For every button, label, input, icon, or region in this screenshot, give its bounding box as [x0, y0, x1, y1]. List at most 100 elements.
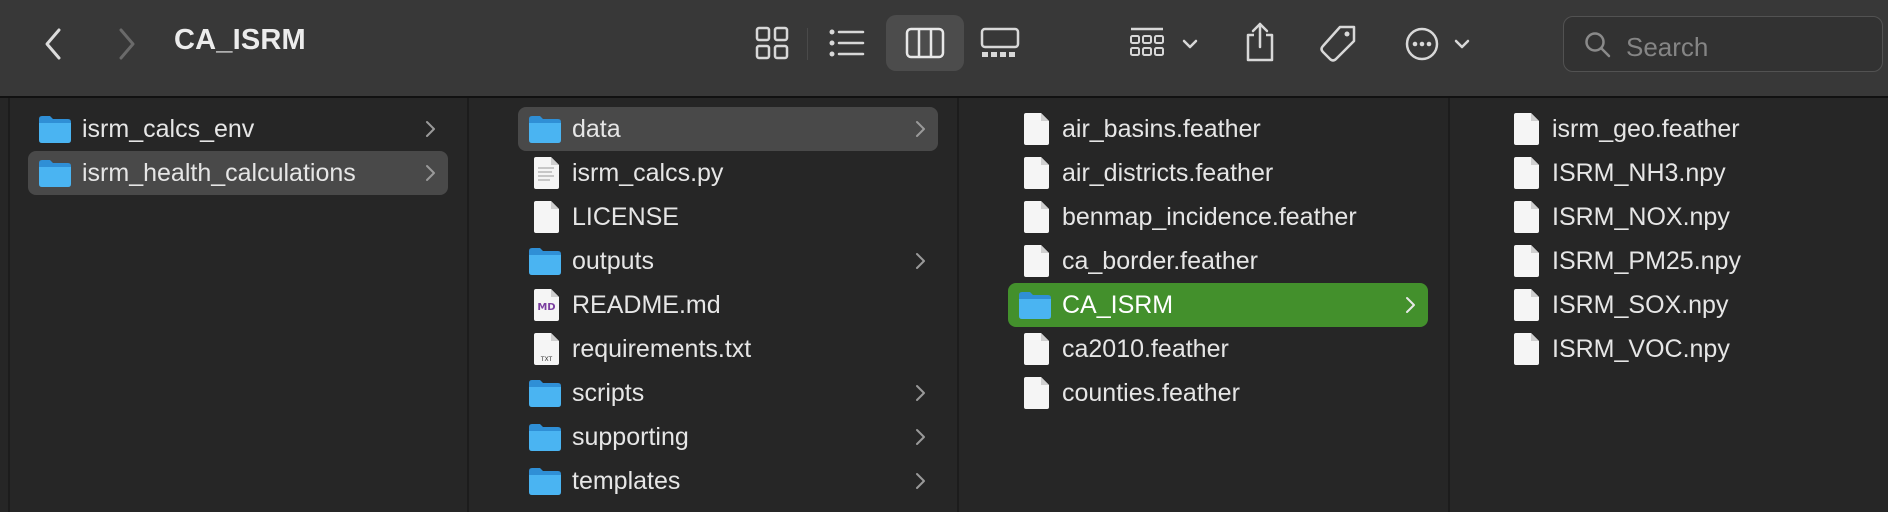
item-label: ISRM_VOC.npy — [1552, 335, 1730, 363]
list-item[interactable]: ISRM_SOX.npy — [1498, 283, 1868, 327]
icon-view-icon — [755, 26, 789, 60]
group-by-button[interactable] — [1128, 22, 1200, 64]
column-divider — [467, 98, 469, 512]
list-item[interactable]: ISRM_PM25.npy — [1498, 239, 1868, 283]
document-icon — [1512, 244, 1546, 277]
list-view-icon — [829, 29, 865, 57]
list-item[interactable]: templates — [518, 459, 938, 503]
share-button[interactable] — [1240, 18, 1280, 66]
item-label: templates — [572, 467, 681, 495]
list-item[interactable]: isrm_geo.feather — [1498, 107, 1868, 151]
list-item[interactable]: ISRM_VOC.npy — [1498, 327, 1868, 371]
item-label: supporting — [572, 423, 689, 451]
item-label: isrm_calcs.py — [572, 159, 724, 187]
item-label: isrm_calcs_env — [82, 115, 255, 143]
column-divider — [8, 98, 10, 512]
text-file-icon: TXT — [532, 332, 566, 365]
list-item[interactable]: supporting — [518, 415, 938, 459]
list-item[interactable]: CA_ISRM — [1008, 283, 1428, 327]
folder-icon — [528, 466, 562, 496]
tag-button[interactable] — [1316, 22, 1360, 66]
search-input[interactable]: Search — [1626, 32, 1708, 63]
item-label: counties.feather — [1062, 379, 1240, 407]
list-item[interactable]: air_basins.feather — [1008, 107, 1428, 151]
list-item[interactable]: benmap_incidence.feather — [1008, 195, 1428, 239]
list-view-button[interactable] — [825, 22, 869, 64]
folder-icon — [528, 114, 562, 144]
ellipsis-circle-icon — [1405, 27, 1470, 61]
item-label: LICENSE — [572, 203, 679, 231]
item-label: benmap_incidence.feather — [1062, 203, 1357, 231]
chevron-right-icon — [424, 164, 436, 187]
back-button[interactable] — [36, 24, 72, 64]
list-item[interactable]: counties.feather — [1008, 371, 1428, 415]
list-item[interactable]: isrm_calcs_env — [28, 107, 448, 151]
item-label: data — [572, 115, 621, 143]
icon-view-button[interactable] — [752, 22, 792, 64]
list-item[interactable]: ISRM_NOX.npy — [1498, 195, 1868, 239]
list-item[interactable]: data — [518, 107, 938, 151]
item-label: isrm_geo.feather — [1552, 115, 1740, 143]
chevron-right-icon — [914, 384, 926, 407]
search-field[interactable]: Search — [1563, 16, 1883, 72]
list-item[interactable]: outputs — [518, 239, 938, 283]
list-item[interactable]: LICENSE — [518, 195, 938, 239]
item-label: CA_ISRM — [1062, 291, 1174, 319]
item-label: ISRM_NH3.npy — [1552, 159, 1726, 187]
document-icon — [1022, 156, 1056, 189]
document-icon — [1512, 112, 1546, 145]
folder-icon — [38, 158, 72, 188]
svg-text:MD: MD — [537, 302, 555, 313]
document-icon — [1512, 288, 1546, 321]
search-icon — [1585, 32, 1611, 58]
folder-icon — [528, 422, 562, 452]
separator — [807, 28, 808, 60]
chevron-right-icon — [424, 120, 436, 143]
chevron-left-icon — [45, 28, 61, 60]
gallery-view-icon — [980, 27, 1020, 57]
document-icon — [1022, 376, 1056, 409]
item-label: air_basins.feather — [1062, 115, 1261, 143]
gallery-view-button[interactable] — [978, 22, 1022, 64]
list-item[interactable]: isrm_calcs.py — [518, 151, 938, 195]
chevron-right-icon — [119, 28, 135, 60]
chevron-right-icon — [914, 252, 926, 275]
tag-icon — [1320, 25, 1356, 62]
item-label: requirements.txt — [572, 335, 752, 363]
document-icon — [1022, 200, 1056, 233]
list-item[interactable]: ca_border.feather — [1008, 239, 1428, 283]
chevron-right-icon — [914, 120, 926, 143]
window-title: CA_ISRM — [174, 24, 306, 56]
list-item[interactable]: isrm_health_calculations — [28, 151, 448, 195]
chevron-right-icon — [914, 428, 926, 451]
list-item[interactable]: ca2010.feather — [1008, 327, 1428, 371]
document-icon — [532, 200, 566, 233]
forward-button[interactable] — [108, 24, 144, 64]
list-item[interactable]: MD README.md — [518, 283, 938, 327]
item-label: ISRM_PM25.npy — [1552, 247, 1741, 275]
chevron-right-icon — [1404, 296, 1416, 319]
column-divider — [1448, 98, 1450, 512]
item-label: ISRM_NOX.npy — [1552, 203, 1730, 231]
share-icon — [1246, 22, 1274, 62]
document-icon — [1512, 332, 1546, 365]
list-item[interactable]: scripts — [518, 371, 938, 415]
markdown-file-icon: MD — [532, 288, 566, 321]
item-label: ISRM_SOX.npy — [1552, 291, 1729, 319]
column-view-button[interactable] — [886, 15, 964, 71]
list-item[interactable]: air_districts.feather — [1008, 151, 1428, 195]
document-icon — [1022, 332, 1056, 365]
group-by-icon — [1130, 27, 1198, 56]
more-actions-button[interactable] — [1404, 22, 1476, 66]
item-label: outputs — [572, 247, 655, 275]
python-file-icon — [532, 156, 566, 189]
folder-icon — [38, 114, 72, 144]
list-item[interactable]: ISRM_NH3.npy — [1498, 151, 1868, 195]
column-divider — [957, 98, 959, 512]
list-item[interactable]: TXT requirements.txt — [518, 327, 938, 371]
document-icon — [1512, 200, 1546, 233]
toolbar: CA_ISRM Search — [0, 0, 1888, 98]
item-label: ca2010.feather — [1062, 335, 1229, 363]
folder-icon — [528, 378, 562, 408]
item-label: scripts — [572, 379, 645, 407]
